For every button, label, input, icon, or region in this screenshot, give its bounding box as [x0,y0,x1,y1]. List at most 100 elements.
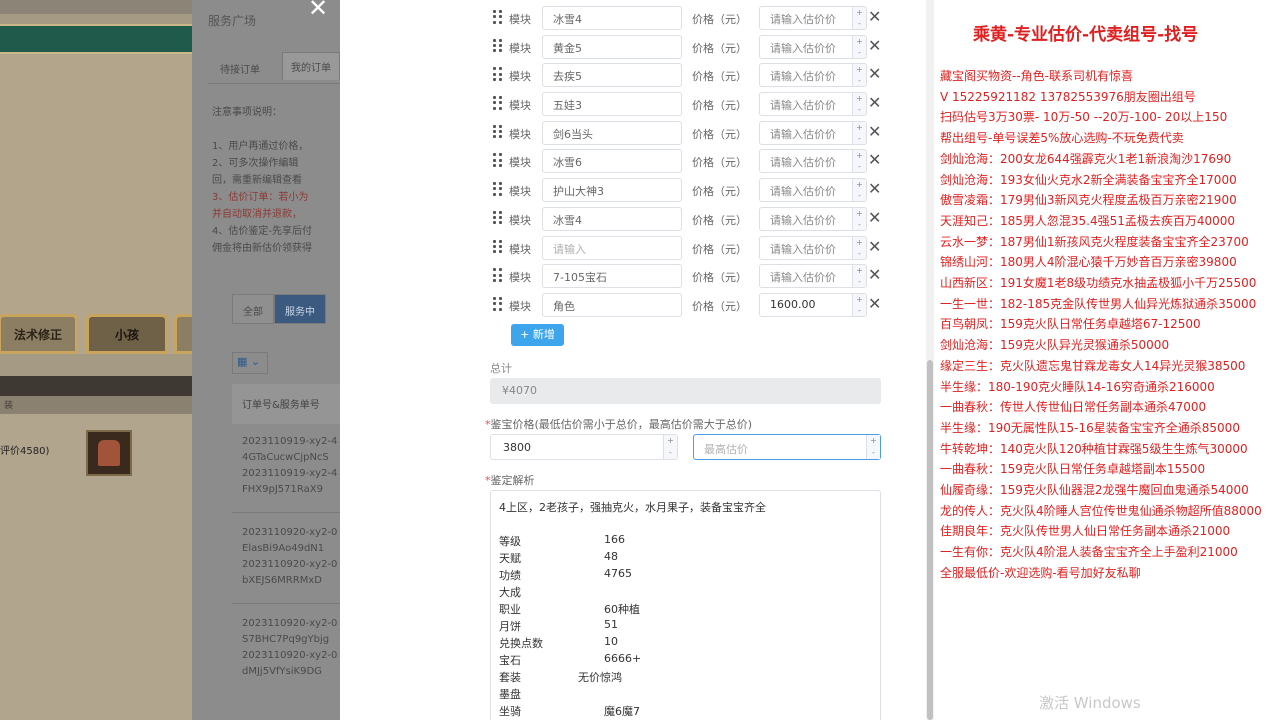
analysis-key: 套装 [499,671,521,684]
order-number: 4GTaCucwCjpNcS [242,452,329,463]
drag-handle-icon[interactable] [493,38,503,53]
module-input[interactable]: 五娃3 [542,92,682,117]
price-stepper[interactable]: + - [852,7,866,29]
module-input[interactable]: 冰雪6 [542,149,682,174]
price-stepper[interactable]: + - [852,150,866,173]
price-stepper[interactable]: + - [852,93,866,116]
order-item[interactable]: 2023110919-xy2-4 4GTaCucwCjpNcS 2023110919… [242,434,340,498]
price-stepper[interactable]: + - [852,35,866,58]
module-input[interactable]: 7-105宝石 [542,264,682,289]
module-input[interactable]: 冰雪4 [542,6,682,30]
overlay-line: 帮出组号-单号误差5%放心选购-不玩免费代卖 [940,131,1184,146]
delete-row-icon[interactable]: ✕ [868,179,881,198]
scrollbar-thumb[interactable] [927,360,933,720]
module-label: 模块 [509,185,531,199]
price-label: 价格（元） [692,299,747,313]
drag-handle-icon[interactable] [493,182,503,196]
price-input[interactable]: 请输入估价价 + - [759,235,867,260]
delete-row-icon[interactable]: ✕ [868,7,881,26]
module-input[interactable]: 角色 [542,292,682,317]
price-input[interactable]: 请输入估价价 + - [759,149,867,174]
status-filter: 全部 服务中 [232,294,326,324]
analysis-key: 坐骑 [499,705,521,718]
max-price-stepper[interactable]: + - [866,435,880,459]
analysis-row: 坐骑 魔6魔7 [499,703,872,720]
price-stepper[interactable]: + - [852,265,866,288]
price-input[interactable]: 请输入估价价 + - [759,34,867,59]
analysis-key: 天赋 [499,552,521,565]
tab-next[interactable] [174,314,192,354]
tab-pending-orders[interactable]: 待接订单 [220,61,260,76]
overlay-line: 龙的传人：克火队4阶睡人宫位传世鬼仙通杀物超所值88000 [940,503,1262,518]
analysis-textarea[interactable]: 4上区，2老孩子，强抽克火，水月果子，装备宝宝齐全 等级 166 天赋 48 功绩 476… [490,490,881,720]
drag-handle-icon[interactable] [493,10,503,24]
close-icon[interactable]: ✕ [308,0,328,22]
module-input[interactable]: 剑6当头 [542,120,682,145]
price-stepper[interactable]: + - [852,207,866,230]
module-label: 模块 [509,213,531,227]
price-input[interactable]: 请输入估价价 + - [759,264,867,289]
order-column-header: 订单号&服务单号 [232,384,340,424]
price-input[interactable]: 请输入估价价 + - [759,206,867,231]
min-price-input[interactable]: 3800 + - [490,434,678,460]
price-input[interactable]: 请输入估价价 + - [759,120,867,145]
price-input[interactable]: 请输入估价价 + - [759,6,867,30]
price-stepper[interactable]: + - [852,236,866,259]
add-row-button[interactable]: + 新增 [511,324,564,346]
total-value: ¥4070 [490,378,881,404]
module-row: 模块 角色 价格（元） 1600.00 + - ✕ [490,291,890,320]
price-input[interactable]: 1600.00 + - [759,292,867,317]
filter-active-button[interactable]: 服务中 [274,294,326,324]
delete-row-icon[interactable]: ✕ [868,122,881,141]
overlay-line: 扫码估号3万30票- 10万-50 --20万-100- 20以上150 [940,110,1228,125]
order-list: 2023110919-xy2-4 4GTaCucwCjpNcS 2023110919… [232,434,340,694]
price-value: 请输入估价价 [770,185,836,199]
drag-handle-icon[interactable] [493,124,503,139]
analysis-summary: 4上区，2老孩子，强抽克火，水月果子，装备宝宝齐全 [499,501,766,514]
price-input[interactable]: 请输入估价价 + - [759,92,867,117]
drag-handle-icon[interactable] [493,268,503,282]
delete-row-icon[interactable]: ✕ [868,265,881,284]
price-stepper[interactable]: + - [852,64,866,87]
order-item[interactable]: 2023110920-xy2-0 ElasBi9Ao49dN1 2023110920… [242,525,340,589]
price-stepper[interactable]: + - [852,121,866,144]
module-input[interactable]: 请输入 [542,235,682,260]
delete-row-icon[interactable]: ✕ [868,64,881,83]
max-price-input[interactable]: 最高估价 + - [693,434,881,460]
price-stepper[interactable]: + - [852,293,866,316]
price-label: 价格（元） [692,41,747,55]
tab-spell-correction[interactable]: 法术修正 [0,314,78,354]
module-label: 模块 [509,127,531,141]
drag-handle-icon[interactable] [493,67,503,82]
price-stepper[interactable]: + - [852,179,866,202]
order-item[interactable]: 2023110920-xy2-0 S7BHC7Pq9gYbjg 2023110920… [242,616,340,680]
delete-row-icon[interactable]: ✕ [868,93,881,112]
module-input[interactable]: 护山大神3 [542,178,682,203]
drag-handle-icon[interactable] [493,210,503,225]
grid-view-icon[interactable]: ▦ ⌄ [232,352,268,374]
filter-all-button[interactable]: 全部 [232,294,274,324]
min-price-stepper[interactable]: + - [663,435,677,459]
delete-row-icon[interactable]: ✕ [868,150,881,169]
delete-row-icon[interactable]: ✕ [868,36,881,55]
delete-row-icon[interactable]: ✕ [868,237,881,256]
armor-item-slot[interactable] [86,430,132,476]
tab-child[interactable]: 小孩 [86,314,168,354]
delete-row-icon[interactable]: ✕ [868,294,881,313]
drag-handle-icon[interactable] [493,239,503,254]
module-label: 模块 [509,299,531,313]
analysis-value: 魔6魔7 [604,705,640,718]
delete-row-icon[interactable]: ✕ [868,208,881,227]
price-input[interactable]: 请输入估价价 + - [759,63,867,88]
game-item-text: 评价4580) [0,446,50,457]
drag-handle-icon[interactable] [493,96,503,110]
module-input[interactable]: 黄金5 [542,34,682,59]
module-input[interactable]: 去疾5 [542,63,682,88]
note-line [212,121,340,138]
module-input[interactable]: 冰雪4 [542,206,682,231]
tab-my-orders[interactable]: 我的订单 [282,52,340,80]
drag-handle-icon[interactable] [493,153,503,168]
drag-handle-icon[interactable] [493,296,503,311]
price-input[interactable]: 请输入估价价 + - [759,178,867,203]
form-scrollbar[interactable] [926,0,934,720]
